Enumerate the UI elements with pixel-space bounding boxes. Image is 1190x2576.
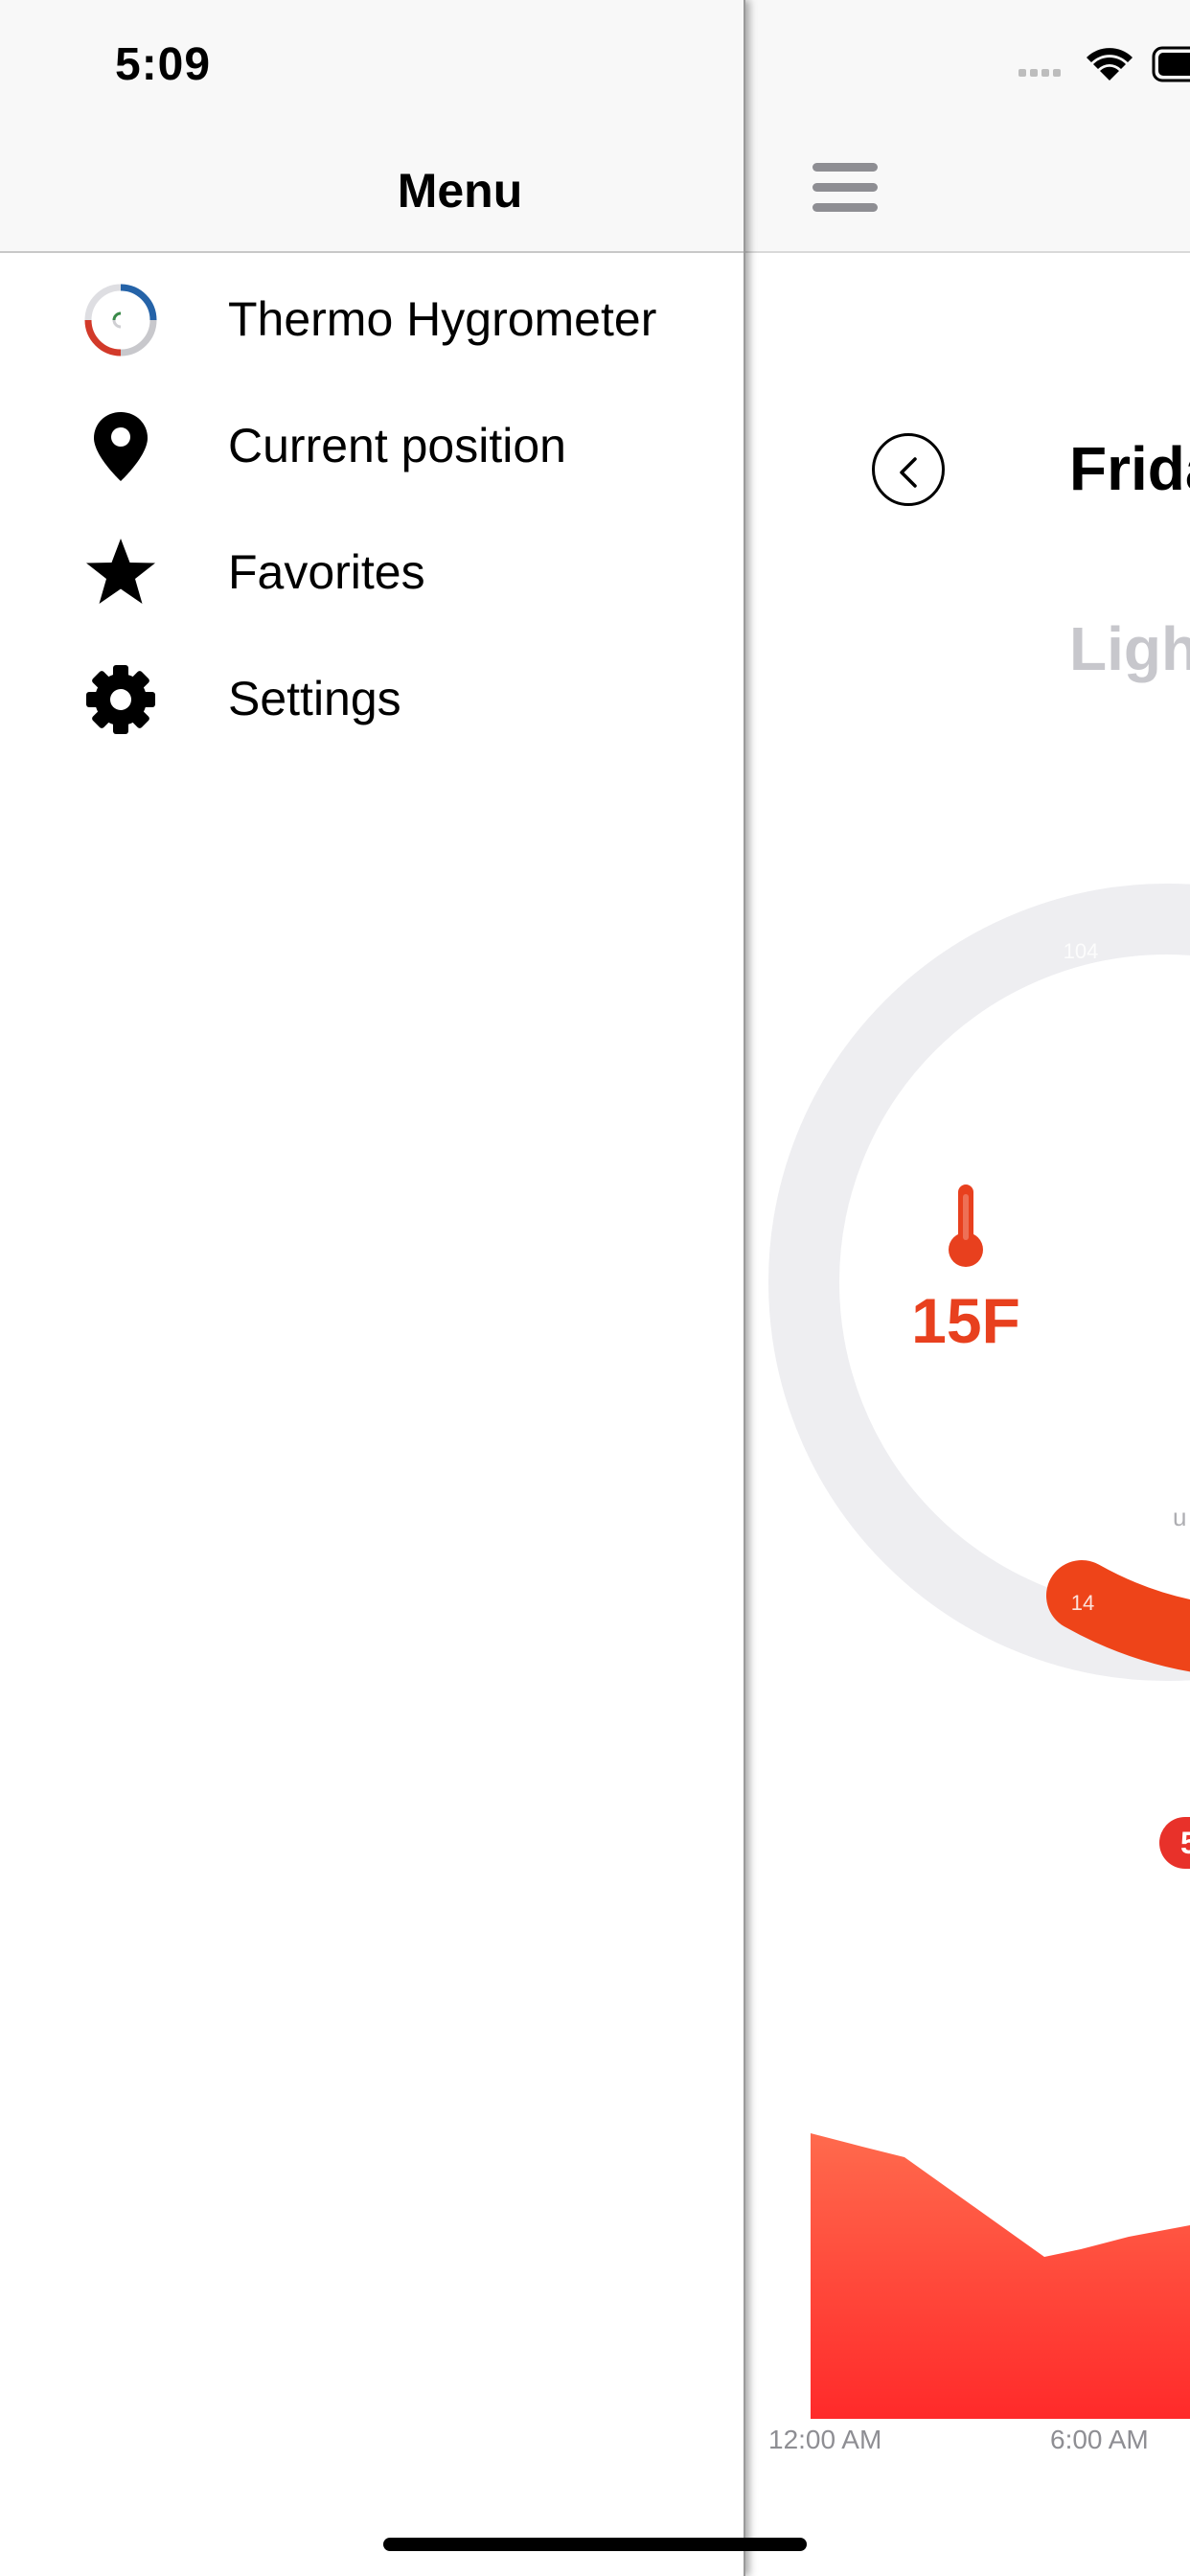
main-nav-bar <box>745 0 1190 253</box>
menu-item-current-position[interactable]: Current position <box>0 380 744 506</box>
back-button[interactable] <box>872 433 945 506</box>
side-drawer: 5:09 Menu Thermo Hygrometer Current posi… <box>0 0 745 2576</box>
chart-area <box>811 2133 1190 2419</box>
chart-time-label: 6:00 AM <box>1050 2425 1149 2454</box>
menu-item-label: Settings <box>228 672 401 725</box>
status-icons <box>1018 46 1190 82</box>
gauge-tick-label: 86 <box>970 1052 993 1076</box>
wifi-icon <box>1087 48 1133 80</box>
menu-item-favorites[interactable]: Favorites <box>0 506 744 632</box>
chevron-left-icon <box>900 457 917 488</box>
menu-list: Thermo Hygrometer Current position Favor… <box>0 253 744 759</box>
cellular-signal-icon <box>1018 69 1061 77</box>
menu-item-thermo-hygrometer[interactable]: Thermo Hygrometer <box>0 253 744 380</box>
temperature-value: 15F <box>911 1285 1020 1356</box>
hamburger-menu-button[interactable] <box>812 163 878 213</box>
menu-title: Menu <box>397 164 523 218</box>
temperature-area-chart <box>811 2133 1190 2419</box>
home-indicator[interactable] <box>383 2538 807 2551</box>
menu-item-label: Thermo Hygrometer <box>228 292 657 346</box>
menu-item-label: Current position <box>228 419 566 472</box>
gauge-value-arc <box>1046 1560 1190 1672</box>
day-title: Frida <box>1069 434 1190 503</box>
location-pin-icon <box>94 412 148 481</box>
thermometer-icon <box>949 1184 983 1267</box>
battery-icon <box>1152 46 1190 82</box>
value-badge: 5 <box>1159 1817 1190 1869</box>
drawer-header: 5:09 Menu <box>0 0 744 253</box>
unit-label: u <box>1173 1503 1187 1531</box>
gauge-tick-label: 32 <box>972 1481 995 1505</box>
menu-item-label: Favorites <box>228 545 425 599</box>
menu-item-settings[interactable]: Settings <box>0 632 744 759</box>
chart-time-label: 12:00 AM <box>768 2425 882 2454</box>
gauge-tick-label: 68 <box>918 1193 941 1217</box>
thermo-hygrometer-icon <box>84 284 157 356</box>
main-content: Frida Ligh 104 86 68 50 32 14 15F u 5 12… <box>745 0 1190 2576</box>
gauge-tick-label: 14 <box>1071 1591 1094 1615</box>
star-icon <box>86 539 155 604</box>
weather-condition: Ligh <box>1069 614 1190 683</box>
gauge-tick-label: 104 <box>1064 939 1099 963</box>
gear-icon <box>86 665 155 734</box>
